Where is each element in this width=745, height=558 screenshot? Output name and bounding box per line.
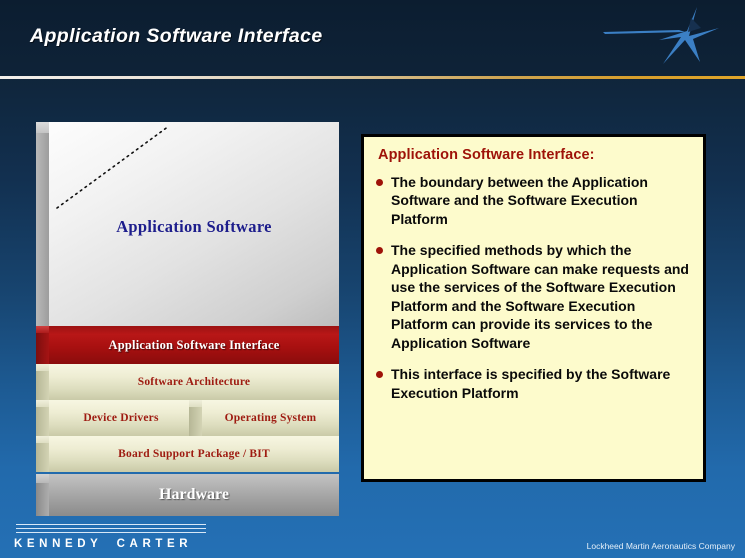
stack-layer-label: Software Architecture: [49, 364, 339, 400]
stack-layer-hardware: Hardware: [36, 474, 339, 516]
callout-bullet-text: The boundary between the Application Sof…: [391, 174, 648, 227]
brand-word-carter: CARTER: [116, 538, 193, 550]
logo-rule-line: [16, 532, 206, 533]
lockheed-martin-star-icon: [603, 7, 719, 64]
page-title: Application Software Interface: [30, 25, 323, 47]
logo-rule-line: [16, 528, 206, 529]
software-layer-stack: Application Software Application Softwar…: [36, 122, 356, 522]
company-footnote: Lockheed Martin Aeronautics Company: [586, 541, 735, 551]
kennedy-carter-wordmark: KENNEDY CARTER: [14, 538, 219, 550]
logo-rule-lines: [16, 524, 206, 533]
stack-layer-label: Application Software: [49, 122, 339, 326]
slab-side-face: [36, 371, 49, 400]
slide: Application Software Interface Applicati…: [0, 0, 745, 558]
kennedy-carter-logo: KENNEDY CARTER: [14, 524, 219, 550]
callout-bullet-text: This interface is specified by the Softw…: [391, 366, 671, 401]
stack-layer-label: Board Support Package / BIT: [49, 436, 339, 472]
logo-rule-line: [16, 524, 206, 525]
callout-bullet-item: The boundary between the Application Sof…: [374, 173, 691, 228]
slab-side-face: [36, 333, 49, 364]
header-divider-rule: [0, 76, 745, 79]
brand-word-kennedy: KENNEDY: [14, 538, 103, 550]
stack-layer-application-software-interface: Application Software Interface: [36, 326, 339, 364]
stack-layer-operating-system: Operating System: [189, 400, 339, 436]
slab-side-face: [36, 483, 49, 516]
stack-layer-application-software: Application Software: [36, 122, 339, 326]
stack-layer-label: Operating System: [202, 400, 339, 436]
slab-side-face: [189, 407, 202, 436]
slab-side-face: [36, 443, 49, 472]
callout-bullet-item: This interface is specified by the Softw…: [374, 365, 691, 402]
stack-layer-device-drivers: Device Drivers: [36, 400, 193, 436]
bullet-dot-icon: [376, 179, 383, 186]
stack-layer-board-support-package: Board Support Package / BIT: [36, 436, 339, 472]
stack-layer-software-architecture: Software Architecture: [36, 364, 339, 400]
slab-side-face: [36, 133, 49, 326]
callout-box: Application Software Interface: The boun…: [361, 134, 706, 482]
bullet-dot-icon: [376, 247, 383, 255]
stack-layer-label: Device Drivers: [49, 400, 193, 436]
bullet-dot-icon: [376, 371, 383, 379]
callout-bullet-text: The specified methods by which the Appli…: [391, 242, 689, 351]
stack-layer-label: Application Software Interface: [49, 326, 339, 364]
brand-spacer: [102, 538, 116, 550]
callout-heading: Application Software Interface:: [378, 147, 595, 163]
stack-layer-label: Hardware: [49, 474, 339, 516]
slab-side-face: [36, 407, 49, 436]
callout-bullet-item: The specified methods by which the Appli…: [374, 241, 691, 352]
